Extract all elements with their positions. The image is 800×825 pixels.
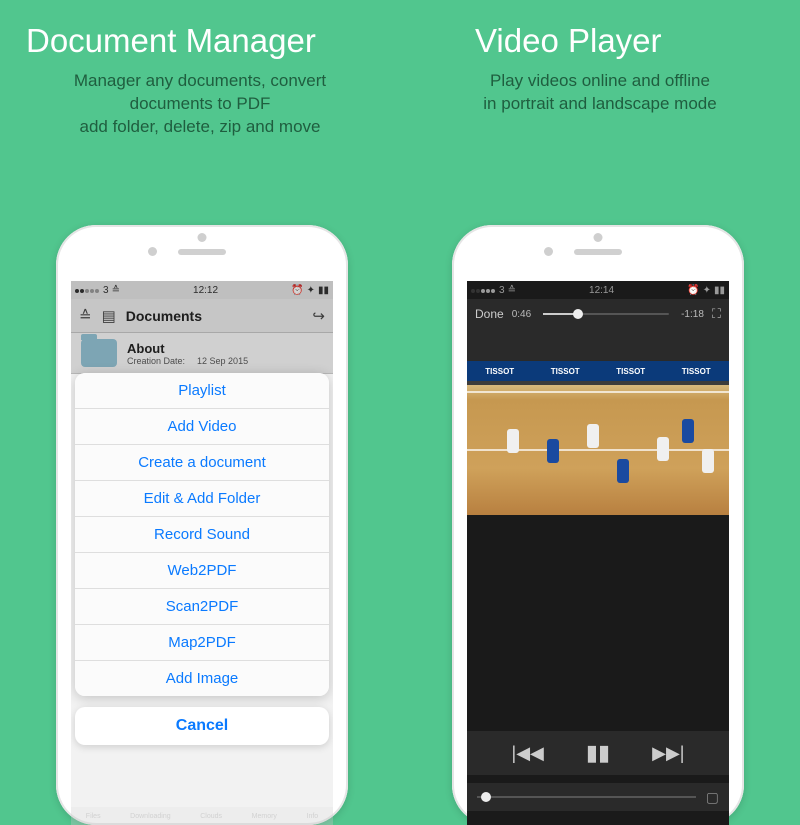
tab-memory[interactable]: Memory <box>252 813 277 820</box>
wifi-icon: ≙ <box>508 285 516 296</box>
signal-dots-icon <box>75 285 100 296</box>
phone-sensor <box>594 233 603 242</box>
nav-bar: ≙ ▤ Documents ↪ <box>71 299 333 333</box>
volume-thumb-icon[interactable] <box>481 792 491 802</box>
skip-back-icon[interactable]: |◀◀ <box>512 743 544 764</box>
action-add-image[interactable]: Add Image <box>75 661 329 696</box>
ad-text: TISSOT <box>682 367 711 376</box>
time-remaining: -1:18 <box>681 309 704 320</box>
done-button[interactable]: Done <box>475 307 504 321</box>
bluetooth-icon: ✦ <box>703 285 711 296</box>
battery-icon: ▮▮ <box>714 285 725 296</box>
status-time: 12:14 <box>589 285 614 296</box>
tab-downloading[interactable]: Downloading <box>130 813 170 820</box>
scrubber[interactable] <box>543 313 669 315</box>
signal-dots-icon <box>471 285 496 296</box>
phone-mockup-right: 3 ≙ 12:14 ⏰ ✦ ▮▮ Done 0:46 <box>452 225 744 825</box>
subtitle-line: in portrait and landscape mode <box>420 93 780 116</box>
action-playlist[interactable]: Playlist <box>75 373 329 409</box>
subtitle-line: add folder, delete, zip and move <box>20 116 380 139</box>
phone-speaker <box>178 249 226 255</box>
volume-slider[interactable] <box>477 796 696 798</box>
player-figure <box>702 449 714 473</box>
player-figure <box>657 437 669 461</box>
action-web2pdf[interactable]: Web2PDF <box>75 553 329 589</box>
tab-files[interactable]: Files <box>86 813 101 820</box>
nav-title: Documents <box>126 308 202 324</box>
folder-icon <box>81 339 117 367</box>
alarm-icon: ⏰ <box>291 285 303 296</box>
ad-text: TISSOT <box>551 367 580 376</box>
phone-camera <box>544 247 553 256</box>
status-bar: 3 ≙ 12:12 ⏰ ✦ ▮▮ <box>71 281 333 299</box>
player-figure <box>682 419 694 443</box>
battery-icon: ▮▮ <box>318 285 329 296</box>
folder-meta-date: 12 Sep 2015 <box>197 356 248 366</box>
video-frame[interactable]: TISSOT TISSOT TISSOT TISSOT <box>467 329 729 515</box>
folder-row[interactable]: About Creation Date: 12 Sep 2015 <box>71 333 333 374</box>
action-add-video[interactable]: Add Video <box>75 409 329 445</box>
action-edit-add-folder[interactable]: Edit & Add Folder <box>75 481 329 517</box>
subtitle-video-player: Play videos online and offline in portra… <box>420 70 780 116</box>
phone-speaker <box>574 249 622 255</box>
folder-name: About <box>127 341 248 356</box>
phone-mockup-left: 3 ≙ 12:12 ⏰ ✦ ▮▮ ≙ ▤ Documents ↪ <box>56 225 348 825</box>
volume-bar: ▢ <box>467 783 729 811</box>
phone-screen-left: 3 ≙ 12:12 ⏰ ✦ ▮▮ ≙ ▤ Documents ↪ <box>71 281 333 825</box>
tab-bar: Files Downloading Clouds Memory Info <box>71 807 333 825</box>
alarm-icon: ⏰ <box>687 285 699 296</box>
phone-sensor <box>198 233 207 242</box>
skip-forward-icon[interactable]: ▶▶| <box>652 743 684 764</box>
tab-info[interactable]: Info <box>307 813 319 820</box>
folder-meta-label: Creation Date: <box>127 356 185 366</box>
action-scan2pdf[interactable]: Scan2PDF <box>75 589 329 625</box>
time-elapsed: 0:46 <box>512 309 531 320</box>
court-line <box>467 391 729 393</box>
ad-text: TISSOT <box>485 367 514 376</box>
bluetooth-icon: ✦ <box>307 285 315 296</box>
pause-icon[interactable]: ▮▮ <box>586 740 610 766</box>
phone-screen-right: 3 ≙ 12:14 ⏰ ✦ ▮▮ Done 0:46 <box>467 281 729 825</box>
share-icon[interactable]: ↪ <box>312 307 325 325</box>
subtitle-line: Manager any documents, convert <box>20 70 380 93</box>
subtitle-line: Play videos online and offline <box>420 70 780 93</box>
carrier-label: 3 <box>103 285 109 296</box>
airplay-icon[interactable]: ▢ <box>706 789 719 806</box>
subtitle-line: documents to PDF <box>20 93 380 116</box>
cancel-button[interactable]: Cancel <box>75 707 329 745</box>
action-record-sound[interactable]: Record Sound <box>75 517 329 553</box>
carrier-label: 3 <box>499 285 505 296</box>
crowd-area <box>467 329 729 361</box>
ad-text: TISSOT <box>616 367 645 376</box>
ad-board: TISSOT TISSOT TISSOT TISSOT <box>467 361 729 381</box>
phone-camera <box>148 247 157 256</box>
status-bar: 3 ≙ 12:14 ⏰ ✦ ▮▮ <box>467 281 729 299</box>
tab-clouds[interactable]: Clouds <box>200 813 222 820</box>
fullscreen-icon[interactable]: ⛶ <box>712 306 721 322</box>
heading-video-player: Video Player <box>475 22 800 60</box>
action-map2pdf[interactable]: Map2PDF <box>75 625 329 661</box>
video-top-bar: Done 0:46 -1:18 ⛶ <box>467 299 729 329</box>
action-sheet: Playlist Add Video Create a document Edi… <box>75 373 329 696</box>
video-player: 3 ≙ 12:14 ⏰ ✦ ▮▮ Done 0:46 <box>467 281 729 825</box>
scrubber-thumb-icon[interactable] <box>573 309 583 319</box>
transport-controls: |◀◀ ▮▮ ▶▶| <box>467 731 729 775</box>
player-figure <box>507 429 519 453</box>
player-figure <box>587 424 599 448</box>
player-figure <box>617 459 629 483</box>
player-figure <box>547 439 559 463</box>
display-nav-icon[interactable]: ▤ <box>102 307 116 325</box>
heading-document-manager: Document Manager <box>26 22 400 60</box>
action-create-document[interactable]: Create a document <box>75 445 329 481</box>
wifi-nav-icon[interactable]: ≙ <box>79 307 92 325</box>
subtitle-document-manager: Manager any documents, convert documents… <box>20 70 380 139</box>
status-time: 12:12 <box>193 285 218 296</box>
wifi-icon: ≙ <box>112 285 120 296</box>
